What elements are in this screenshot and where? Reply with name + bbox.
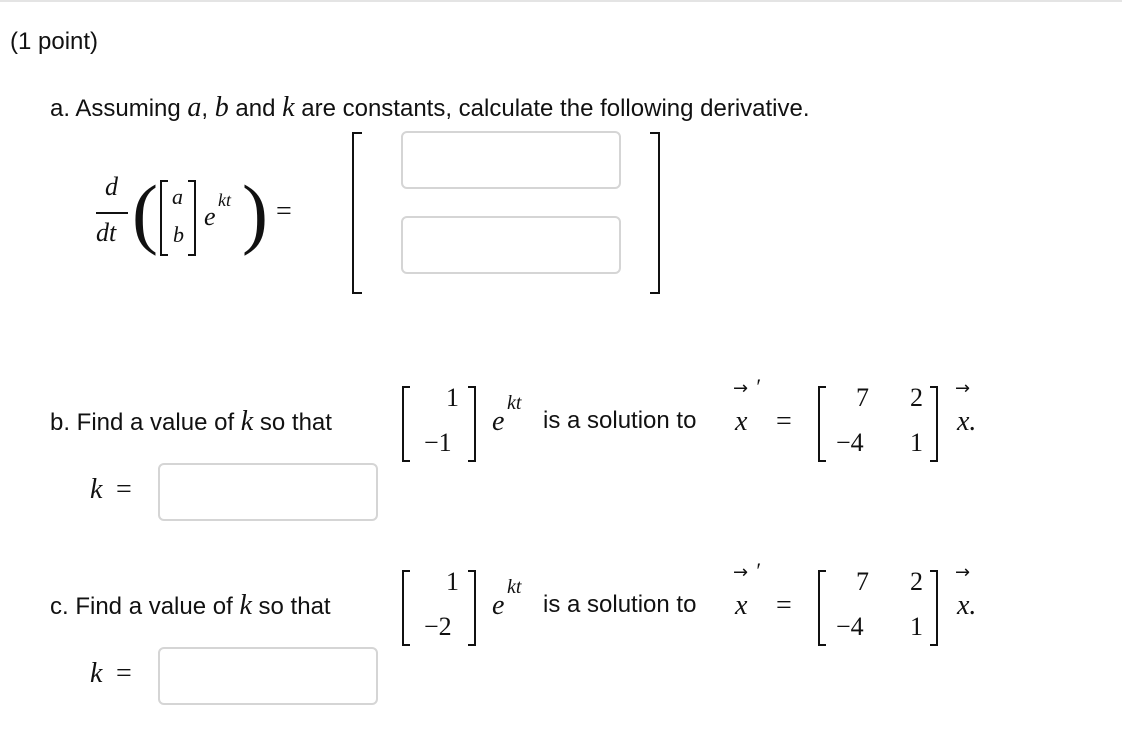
part-b-k-input[interactable] [158, 463, 378, 521]
part-b-exp-power: kt [507, 392, 522, 414]
part-b-x: x [735, 406, 748, 437]
right-paren: ) [242, 169, 268, 256]
part-a-derivative-expression: d dt ( a b e kt ) = [80, 150, 380, 300]
part-c-matrix-right-bracket [930, 570, 938, 646]
answer-top-input[interactable] [401, 131, 621, 189]
part-b-k-equals: = [116, 474, 132, 505]
part-b-matrix-left-bracket [818, 386, 826, 462]
vector-left-bracket [160, 180, 168, 256]
part-c-vector-bottom: −2 [424, 612, 452, 641]
part-b-vector-bottom: −1 [424, 428, 452, 457]
part-c-vector-right-bracket [468, 570, 476, 646]
vector-top-entry: a [172, 184, 183, 209]
vector-right-bracket [188, 180, 196, 256]
part-b-matrix-a21: −4 [836, 428, 864, 457]
part-c-x-end: x. [957, 590, 977, 621]
exp-base: e [204, 202, 216, 231]
equals-sign: = [276, 196, 292, 227]
vector-arrow-icon: → [733, 378, 749, 399]
part-b-matrix-a22: 1 [910, 428, 923, 457]
top-divider [0, 0, 1122, 2]
result-right-bracket [650, 132, 660, 294]
vector-bottom-entry: b [173, 222, 184, 247]
vector-arrow-icon: → [733, 562, 749, 583]
part-c-matrix-a12: 2 [910, 567, 923, 596]
part-c-exp-power: kt [507, 576, 522, 598]
part-c-matrix-a11: 7 [856, 567, 869, 596]
part-b-vector-top: 1 [446, 383, 459, 412]
part-b-x-end: x. [957, 406, 977, 437]
part-c-prompt: c. Find a value of k so that [50, 590, 331, 621]
part-c-matrix-left-bracket [818, 570, 826, 646]
part-c-matrix-a21: −4 [836, 612, 864, 641]
points-label: (1 point) [10, 28, 99, 55]
part-b-prompt: b. Find a value of k so that [50, 406, 332, 437]
part-b-equals: = [776, 406, 792, 437]
part-b-vector-left-bracket [402, 386, 410, 462]
fraction-bar [96, 212, 128, 214]
part-c-k-label: k [90, 658, 103, 689]
part-c-vector-left-bracket [402, 570, 410, 646]
part-c-k-equals: = [116, 658, 132, 689]
part-c-matrix-a22: 1 [910, 612, 923, 641]
part-b-prime: ′ [755, 374, 760, 399]
part-c-equals: = [776, 590, 792, 621]
part-b-exp-base: e [492, 406, 505, 437]
result-left-bracket [352, 132, 362, 294]
part-b-is-solution: is a solution to [543, 407, 697, 434]
part-c-x: x [735, 590, 748, 621]
dt-denominator: dt [96, 218, 117, 247]
part-b-matrix-right-bracket [930, 386, 938, 462]
part-a-prompt: a. Assuming a, b and k are constants, ca… [50, 92, 810, 123]
left-paren: ( [132, 169, 158, 256]
part-c-k-input[interactable] [158, 647, 378, 705]
part-c-exp-base: e [492, 590, 505, 621]
vector-arrow-icon: → [955, 562, 971, 583]
exp-power: kt [218, 190, 231, 210]
part-c-is-solution: is a solution to [543, 591, 697, 618]
part-b-vector-right-bracket [468, 386, 476, 462]
part-c-vector-top: 1 [446, 567, 459, 596]
part-b-matrix-a11: 7 [856, 383, 869, 412]
part-b-matrix-a12: 2 [910, 383, 923, 412]
part-c-prime: ′ [755, 558, 760, 583]
answer-bottom-input[interactable] [401, 216, 621, 274]
d-numerator: d [105, 172, 118, 201]
part-b-k-label: k [90, 474, 103, 505]
vector-arrow-icon: → [955, 378, 971, 399]
